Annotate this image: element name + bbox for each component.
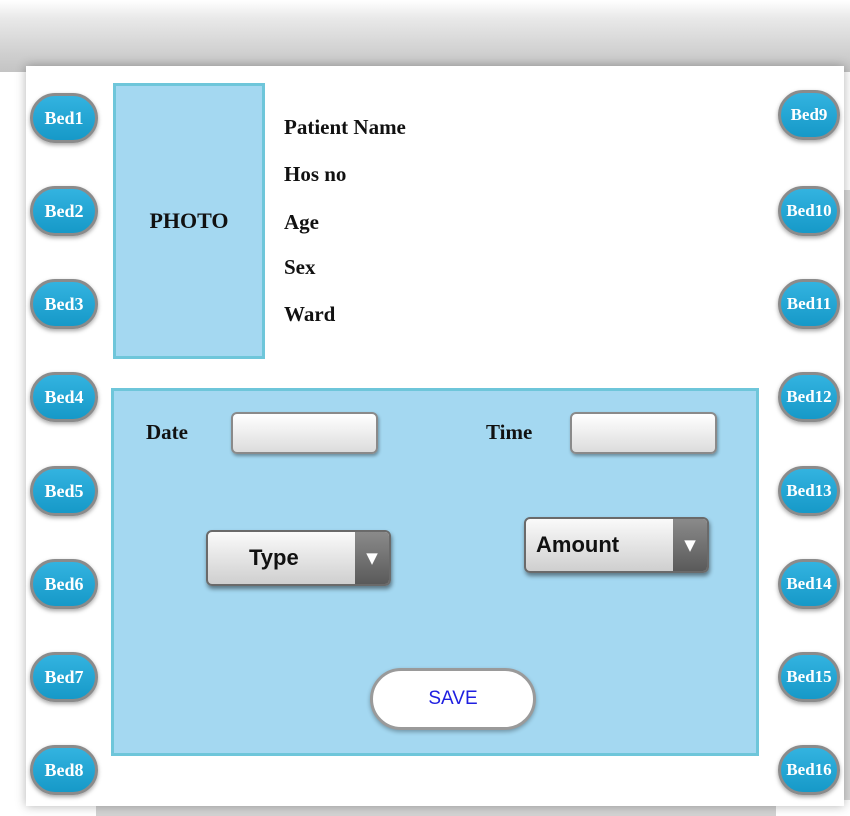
bed-button-9[interactable]: Bed9 bbox=[778, 90, 840, 140]
time-input[interactable] bbox=[570, 412, 717, 454]
photo-label: PHOTO bbox=[149, 208, 229, 233]
bed-button-11[interactable]: Bed11 bbox=[778, 279, 840, 329]
ward-label: Ward bbox=[284, 302, 336, 326]
bed-button-2[interactable]: Bed2 bbox=[30, 186, 98, 236]
hos-no-label: Hos no bbox=[284, 162, 347, 186]
bed-button-15[interactable]: Bed15 bbox=[778, 652, 840, 702]
age-label: Age bbox=[284, 210, 319, 234]
bed-button-1[interactable]: Bed1 bbox=[30, 93, 98, 143]
type-select[interactable]: Type ▼ bbox=[206, 530, 391, 586]
date-label: Date bbox=[146, 420, 188, 444]
amount-select-label: Amount bbox=[536, 532, 620, 557]
time-label: Time bbox=[486, 420, 533, 444]
chevron-down-icon: ▼ bbox=[355, 532, 389, 584]
amount-select[interactable]: Amount ▼ bbox=[524, 517, 709, 573]
patient-name-label: Patient Name bbox=[284, 115, 406, 139]
bed-button-13[interactable]: Bed13 bbox=[778, 466, 840, 516]
save-button[interactable]: SAVE bbox=[370, 668, 536, 730]
top-shadow bbox=[0, 0, 850, 72]
bed-button-8[interactable]: Bed8 bbox=[30, 745, 98, 795]
bed-button-4[interactable]: Bed4 bbox=[30, 372, 98, 422]
bed-button-12[interactable]: Bed12 bbox=[778, 372, 840, 422]
sex-label: Sex bbox=[284, 255, 316, 279]
bed-button-10[interactable]: Bed10 bbox=[778, 186, 840, 236]
bed-button-14[interactable]: Bed14 bbox=[778, 559, 840, 609]
bed-button-3[interactable]: Bed3 bbox=[30, 279, 98, 329]
bed-button-6[interactable]: Bed6 bbox=[30, 559, 98, 609]
chevron-down-icon: ▼ bbox=[673, 519, 707, 571]
patient-photo: PHOTO bbox=[113, 83, 265, 359]
bed-button-7[interactable]: Bed7 bbox=[30, 652, 98, 702]
type-select-label: Type bbox=[249, 545, 299, 570]
bed-button-16[interactable]: Bed16 bbox=[778, 745, 840, 795]
bed-button-5[interactable]: Bed5 bbox=[30, 466, 98, 516]
date-input[interactable] bbox=[231, 412, 378, 454]
